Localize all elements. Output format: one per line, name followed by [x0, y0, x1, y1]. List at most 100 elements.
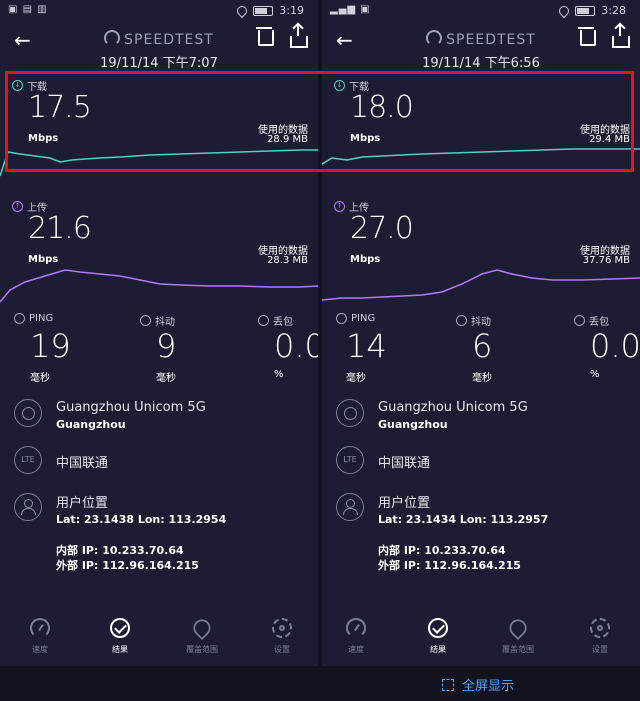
share-icon[interactable]	[290, 24, 308, 48]
ping-value: 19	[30, 327, 71, 365]
loss-value: 0.0	[590, 327, 640, 365]
jitter-label: 抖动	[155, 317, 175, 328]
jitter-icon	[456, 315, 467, 326]
status-right: 3:19	[235, 3, 304, 18]
tab-settings[interactable]: 设置	[570, 618, 630, 655]
status-signal-icons: ▂▄▆ ▣	[330, 4, 371, 15]
tab-speed-label: 速度	[348, 645, 364, 654]
footer-bar: 全屏显示	[0, 666, 640, 701]
loss-icon	[574, 315, 585, 326]
download-speed: 17.5	[28, 90, 92, 125]
map-pin-icon	[505, 615, 531, 641]
status-bar: ▣ ▤ ▥ 3:19	[0, 0, 318, 22]
check-circle-icon	[110, 618, 130, 638]
external-ip: 外部 IP: 112.96.164.215	[378, 559, 521, 572]
tab-speed[interactable]: 速度	[326, 618, 386, 655]
loss-label: 丢包	[589, 317, 609, 328]
carrier-name: 中国联通	[378, 456, 431, 471]
download-arrow-icon: ↓	[12, 80, 23, 91]
battery-icon	[253, 5, 274, 16]
jitter-unit: 毫秒	[156, 373, 176, 384]
upload-speed: 27.0	[350, 211, 414, 246]
download-arrow-icon: ↓	[334, 80, 345, 91]
speedtest-gauge-icon	[426, 30, 443, 46]
status-time: 3:19	[279, 4, 304, 17]
carrier-name: 中国联通	[56, 456, 109, 471]
loss-unit: %	[274, 369, 284, 380]
status-right: 3:28	[557, 3, 626, 18]
share-icon[interactable]	[612, 24, 630, 48]
jitter-icon	[140, 315, 151, 326]
tab-coverage-label: 覆盖范围	[186, 645, 218, 654]
ping-icon	[336, 313, 347, 324]
top-bar: ← SPEEDTEST	[0, 24, 318, 52]
download-graph	[322, 148, 640, 165]
location-icon	[235, 3, 250, 18]
lat-lon: Lat: 23.1438 Lon: 113.2954	[56, 513, 227, 526]
comparison-screenshot: ▣ ▤ ▥ 3:19 ← SPEEDTEST 19/11/14 下午7:07 ↓…	[0, 0, 640, 701]
loss-label: 丢包	[273, 317, 293, 328]
ping-unit: 毫秒	[346, 373, 366, 384]
speedtest-result-right: ▂▄▆ ▣ 3:28 ← SPEEDTEST 19/11/14 下午6:56 ↓…	[322, 0, 640, 666]
status-bar: ▂▄▆ ▣ 3:28	[322, 0, 640, 22]
check-circle-icon	[428, 618, 448, 638]
jitter-value: 9	[156, 327, 177, 365]
top-bar: ← SPEEDTEST	[322, 24, 640, 52]
brand-name: SPEEDTEST	[124, 32, 214, 48]
map-pin-icon	[189, 615, 215, 641]
user-icon	[336, 493, 364, 521]
fullscreen-button[interactable]: 全屏显示	[442, 675, 514, 694]
lte-icon: LTE	[336, 446, 364, 474]
tab-speed-label: 速度	[32, 645, 48, 654]
lte-icon: LTE	[14, 446, 42, 474]
tab-coverage[interactable]: 覆盖范围	[172, 615, 232, 655]
internal-ip: 内部 IP: 10.233.70.64	[56, 544, 184, 557]
loss-unit: %	[590, 369, 600, 380]
ping-header: PING	[14, 313, 53, 324]
tab-coverage-label: 覆盖范围	[502, 645, 534, 654]
loss-header: 丢包	[574, 313, 609, 328]
upload-arrow-icon: ↑	[12, 201, 23, 212]
jitter-label: 抖动	[471, 317, 491, 328]
lte-label: LTE	[21, 455, 35, 464]
user-icon	[14, 493, 42, 521]
trash-icon[interactable]	[256, 27, 274, 46]
loss-header: 丢包	[258, 313, 293, 328]
tab-results-label: 结果	[430, 645, 446, 654]
tab-coverage[interactable]: 覆盖范围	[488, 615, 548, 655]
ping-icon	[14, 313, 25, 324]
ping-label: PING	[351, 313, 376, 324]
internal-ip: 内部 IP: 10.233.70.64	[378, 544, 506, 557]
battery-icon	[575, 5, 596, 16]
test-datetime: 19/11/14 下午7:07	[100, 56, 218, 71]
tab-results[interactable]: 结果	[408, 618, 468, 655]
loss-icon	[258, 315, 269, 326]
ping-label: PING	[29, 313, 54, 324]
download-speed: 18.0	[350, 90, 414, 125]
speedtest-gauge-icon	[104, 30, 121, 46]
server-name: Guangzhou Unicom 5G	[56, 400, 206, 415]
user-location-title: 用户位置	[56, 496, 109, 511]
trash-icon[interactable]	[578, 27, 596, 46]
lte-label: LTE	[343, 455, 357, 464]
tab-results[interactable]: 结果	[90, 618, 150, 655]
speedtest-result-left: ▣ ▤ ▥ 3:19 ← SPEEDTEST 19/11/14 下午7:07 ↓…	[0, 0, 325, 666]
download-graph	[0, 149, 318, 177]
gear-icon	[590, 618, 610, 638]
status-notification-icons: ▣ ▤ ▥	[8, 4, 48, 15]
jitter-value: 6	[472, 327, 493, 365]
tab-settings[interactable]: 设置	[252, 618, 312, 655]
test-datetime: 19/11/14 下午6:56	[422, 56, 540, 71]
ping-unit: 毫秒	[30, 373, 50, 384]
globe-icon	[14, 399, 42, 427]
speed-gauge-icon	[30, 618, 50, 638]
server-name: Guangzhou Unicom 5G	[378, 400, 528, 415]
tab-speed[interactable]: 速度	[10, 618, 70, 655]
status-time: 3:28	[601, 4, 626, 17]
brand-name: SPEEDTEST	[446, 32, 536, 48]
globe-icon	[336, 399, 364, 427]
speed-gauge-icon	[346, 618, 366, 638]
bottom-tab-bar: 速度 结果 覆盖范围 设置	[322, 615, 640, 666]
jitter-header: 抖动	[456, 313, 491, 328]
jitter-unit: 毫秒	[472, 373, 492, 384]
